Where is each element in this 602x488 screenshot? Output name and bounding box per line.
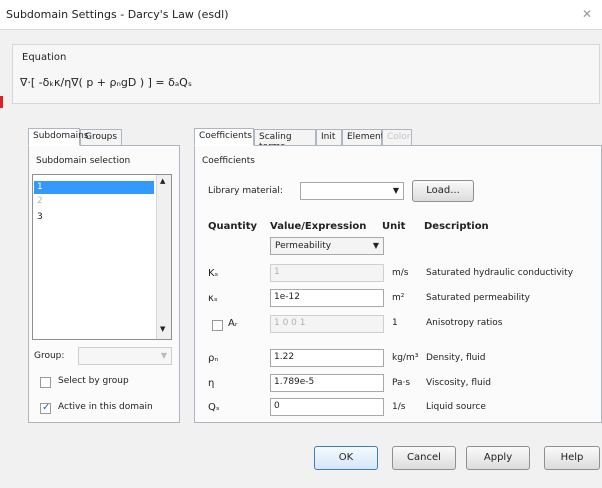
tab-subdomains[interactable]: Subdomains: [28, 128, 89, 146]
quantity-qs: Qₛ: [208, 402, 220, 413]
ar-field[interactable]: 1 0 0 1: [270, 315, 384, 333]
subdomain-settings-dialog: Subdomain Settings - Darcy's Law (esdl) …: [0, 0, 602, 488]
description-header: Description: [424, 221, 489, 232]
list-item[interactable]: 3: [34, 211, 154, 224]
unit-eta: Pa·s: [392, 378, 411, 388]
active-in-domain-checkbox[interactable]: [40, 402, 51, 414]
quantity-rho-f: ρₙ: [208, 353, 219, 364]
unit-ar: 1: [392, 318, 398, 328]
description-kappa-s: Saturated permeability: [426, 293, 530, 303]
load-button[interactable]: Load...: [412, 180, 474, 202]
ks-field[interactable]: 1: [270, 264, 384, 282]
description-rho-f: Density, fluid: [426, 353, 486, 363]
quantity-kappa-s: κₛ: [208, 293, 218, 304]
quantity-eta: η: [208, 378, 215, 389]
quantity-ks: Kₛ: [208, 268, 219, 279]
equation-formula: ∇·[ -δₖκ/η∇( p + ρₙgD ) ] = δₐQₛ: [20, 76, 192, 89]
active-in-domain-label: Active in this domain: [58, 402, 153, 412]
unit-kappa-s: m²: [392, 293, 405, 303]
description-ks: Saturated hydraulic conductivity: [426, 268, 574, 278]
close-icon[interactable]: ✕: [575, 4, 599, 24]
group-label: Group:: [34, 351, 65, 361]
subdomain-list[interactable]: 1 2 3 ▲ ▼: [32, 174, 172, 340]
description-eta: Viscosity, fluid: [426, 378, 491, 388]
list-item[interactable]: 1: [34, 181, 154, 194]
chevron-down-icon: ▼: [160, 351, 167, 360]
qs-field[interactable]: 0: [270, 398, 384, 416]
unit-rho-f: kg/m³: [392, 353, 419, 363]
equation-label: Equation: [22, 52, 67, 63]
list-item[interactable]: 2: [34, 195, 154, 208]
subdomain-selection-label: Subdomain selection: [36, 156, 131, 166]
chevron-down-icon: ▼: [372, 241, 379, 250]
select-by-group-label: Select by group: [58, 376, 129, 386]
unit-ks: m/s: [392, 268, 409, 278]
description-qs: Liquid source: [426, 402, 486, 412]
ok-button[interactable]: OK: [314, 446, 378, 470]
unit-qs: 1/s: [392, 402, 406, 412]
cancel-button[interactable]: Cancel: [392, 446, 456, 470]
model-select-value: Permeability: [275, 241, 332, 251]
rho-f-field[interactable]: 1.22: [270, 349, 384, 367]
scroll-down-icon[interactable]: ▼: [160, 325, 165, 333]
window-title: Subdomain Settings - Darcy's Law (esdl): [6, 8, 229, 21]
select-by-group-checkbox[interactable]: [40, 377, 51, 388]
group-select[interactable]: ▼: [78, 347, 172, 365]
library-material-select[interactable]: ▼: [300, 182, 404, 200]
chevron-down-icon: ▼: [392, 186, 399, 195]
quantity-header: Quantity: [208, 221, 257, 232]
quantity-ar: Aᵣ: [228, 318, 238, 329]
title-bar: Subdomain Settings - Darcy's Law (esdl) …: [0, 0, 602, 30]
list-scrollbar[interactable]: ▲ ▼: [156, 175, 171, 339]
kappa-s-field[interactable]: 1e-12: [270, 289, 384, 307]
eta-field[interactable]: 1.789e-5: [270, 374, 384, 392]
red-marker: [0, 96, 3, 108]
description-ar: Anisotropy ratios: [426, 318, 503, 328]
help-button[interactable]: Help: [544, 446, 600, 470]
coefficients-group-label: Coefficients: [202, 156, 255, 166]
tab-coefficients[interactable]: Coefficients: [194, 128, 254, 146]
equation-group: [12, 44, 600, 104]
unit-header: Unit: [382, 221, 406, 232]
anisotropy-checkbox[interactable]: [212, 320, 223, 331]
value-header: Value/Expression: [270, 221, 367, 232]
model-select[interactable]: Permeability ▼: [270, 237, 384, 255]
scroll-up-icon[interactable]: ▲: [160, 177, 165, 185]
library-material-label: Library material:: [208, 186, 283, 196]
apply-button[interactable]: Apply: [466, 446, 530, 470]
